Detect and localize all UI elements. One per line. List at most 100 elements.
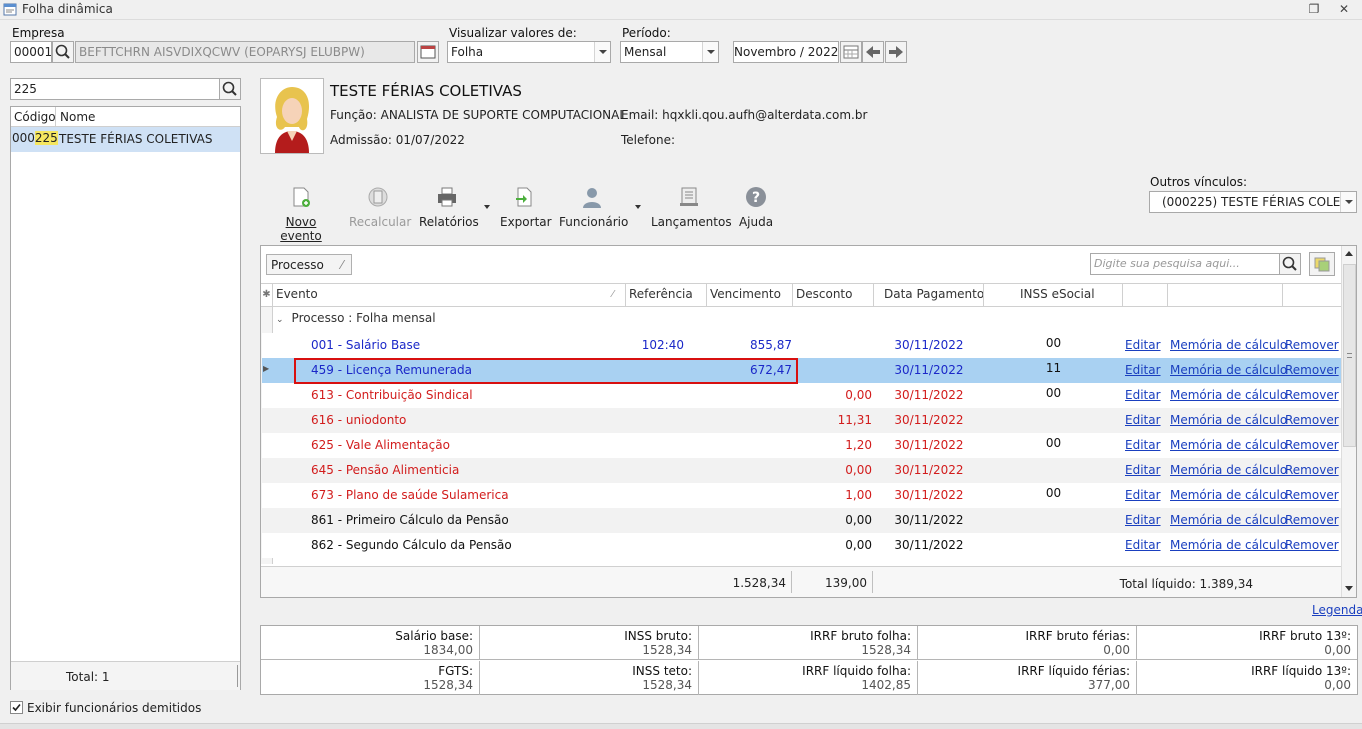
memoria-calculo-link[interactable]: Memória de cálculo [1170,483,1287,508]
collapse-icon[interactable]: ⌄ [276,315,284,325]
recalcular-button[interactable]: Recalcular [349,186,412,232]
outros-vinculos-select[interactable]: (000225) TESTE FÉRIAS COLETIVAS [1149,191,1357,213]
cell-inss [984,458,1123,483]
edit-link[interactable]: Editar [1125,508,1161,533]
funcionario-dropdown-icon[interactable] [635,205,641,209]
col-nome[interactable]: Nome [55,107,95,127]
memoria-calculo-link[interactable]: Memória de cálculo [1170,408,1287,433]
remove-link[interactable]: Remover [1285,533,1339,558]
grid-scrollbar[interactable] [1341,246,1356,597]
table-row[interactable]: 001 - Salário Base 102:40 855,87 30/11/2022… [262,333,1341,358]
memoria-calculo-link[interactable]: Memória de cálculo [1170,458,1287,483]
col-referencia[interactable]: Referência [629,287,693,301]
group-row[interactable]: ⌄ Processo : Folha mensal [276,311,436,325]
periodo-select[interactable]: Mensal [620,41,719,63]
grid-search-button[interactable] [1279,253,1301,275]
col-inss-esocial[interactable]: INSS eSocial [1020,287,1095,301]
remove-link[interactable]: Remover [1285,408,1339,433]
table-row[interactable]: 645 - Pensão Alimenticia 0,00 30/11/2022 Ed… [262,458,1341,483]
remove-link[interactable]: Remover [1285,433,1339,458]
col-codigo[interactable]: Código [14,110,56,124]
edit-link[interactable]: Editar [1125,333,1161,358]
calendar-button[interactable] [417,41,439,63]
outros-value: (000225) TESTE FÉRIAS COLETIVAS [1162,195,1357,209]
scroll-thumb[interactable] [1343,264,1356,447]
remove-link[interactable]: Remover [1285,483,1339,508]
summary-label: IRRF líquido 13º: [1251,664,1351,678]
empresa-search-button[interactable] [52,41,74,63]
edit-link[interactable]: Editar [1125,533,1161,558]
remove-link[interactable]: Remover [1285,383,1339,408]
summary-value: 0,00 [1103,643,1130,657]
table-row[interactable]: 861 - Primeiro Cálculo da Pensão 0,00 30/1… [262,508,1341,533]
memoria-calculo-link[interactable]: Memória de cálculo [1170,383,1287,408]
list-item[interactable]: 000225 TESTE FÉRIAS COLETIVAS [11,127,240,152]
edit-link[interactable]: Editar [1125,383,1161,408]
cell-desconto: 0,00 [845,388,872,402]
employee-email: Email: hqxkli.qou.aufh@alterdata.com.br [621,108,868,122]
table-row[interactable]: 616 - uniodonto 11,31 30/11/2022 Editar Memó… [262,408,1341,433]
edit-link[interactable]: Editar [1125,408,1161,433]
summary-value: 1402,85 [861,678,911,692]
window-title: Folha dinâmica [22,2,113,16]
recalcular-label: Recalcular [349,215,412,229]
memoria-calculo-link[interactable]: Memória de cálculo [1170,533,1287,558]
employee-search-button[interactable] [219,78,241,100]
table-row[interactable]: 613 - Contribuição Sindical 0,00 30/11/202… [262,383,1341,408]
remove-link[interactable]: Remover [1285,358,1339,383]
col-vencimento[interactable]: Vencimento [710,287,781,301]
edit-link[interactable]: Editar [1125,458,1161,483]
scroll-down-icon[interactable] [1345,586,1353,591]
grid-options-button[interactable] [1309,252,1335,276]
relatorios-dropdown-icon[interactable] [484,205,490,209]
table-row[interactable]: 625 - Vale Alimentação 1,20 30/11/2022 00 Ed… [262,433,1341,458]
memoria-calculo-link[interactable]: Memória de cálculo [1170,508,1287,533]
chevron-down-icon[interactable] [702,42,718,62]
edit-link[interactable]: Editar [1125,358,1161,383]
novo-evento-button[interactable]: Novo evento [266,186,336,243]
export-icon [516,187,532,207]
restore-icon[interactable]: ❐ [1306,2,1322,17]
selection-highlight [294,358,798,384]
group-chip-processo[interactable]: Processo ⁄ [266,254,352,275]
month-calendar-button[interactable] [840,41,862,63]
visualizar-select[interactable]: Folha [447,41,611,63]
prev-month-button[interactable] [862,41,884,63]
lancamentos-button[interactable]: Lançamentos [651,186,732,232]
close-icon[interactable]: ✕ [1336,2,1352,17]
chevron-down-icon[interactable] [1340,192,1356,212]
month-field[interactable]: Novembro / 2022 [733,41,839,63]
employee-search-input[interactable]: 225 [10,78,220,100]
chevron-down-icon[interactable] [594,42,610,62]
funcionario-button[interactable]: Funcionário [559,186,628,232]
summary-inss-bruto: INSS bruto: 1528,34 [480,626,699,660]
memoria-calculo-link[interactable]: Memória de cálculo [1170,433,1287,458]
remove-link[interactable]: Remover [1285,333,1339,358]
show-dismissed-checkbox[interactable] [10,701,23,714]
exportar-button[interactable]: Exportar [500,186,552,232]
legenda-link[interactable]: Legenda [1312,603,1362,617]
remove-link[interactable]: Remover [1285,508,1339,533]
grid-search-input[interactable]: Digite sua pesquisa aqui... [1090,253,1280,275]
empresa-code-input[interactable]: 00001 [10,41,52,63]
cell-evento: 625 - Vale Alimentação [311,438,450,452]
relatorios-button[interactable]: Relatórios [419,186,479,232]
summary-value: 0,00 [1324,643,1351,657]
scroll-up-icon[interactable] [1345,251,1353,256]
next-month-button[interactable] [885,41,907,63]
col-data-pagamento[interactable]: Data Pagamento [884,287,984,301]
cell-desconto: 0,00 [845,513,872,527]
memoria-calculo-link[interactable]: Memória de cálculo [1170,358,1287,383]
cell-vencimento [707,533,792,558]
show-dismissed-label: Exibir funcionários demitidos [27,701,202,715]
remove-link[interactable]: Remover [1285,458,1339,483]
table-row[interactable]: 862 - Segundo Cálculo da Pensão 0,00 30/11… [262,533,1341,558]
col-evento[interactable]: Evento [276,287,318,301]
table-row[interactable]: 673 - Plano de saúde Sulamerica 1,00 30/11… [262,483,1341,508]
edit-link[interactable]: Editar [1125,483,1161,508]
edit-link[interactable]: Editar [1125,433,1161,458]
col-desconto[interactable]: Desconto [796,287,852,301]
memoria-calculo-link[interactable]: Memória de cálculo [1170,333,1287,358]
filter-icon [1314,257,1330,272]
ajuda-button[interactable]: ? Ajuda [737,186,775,232]
